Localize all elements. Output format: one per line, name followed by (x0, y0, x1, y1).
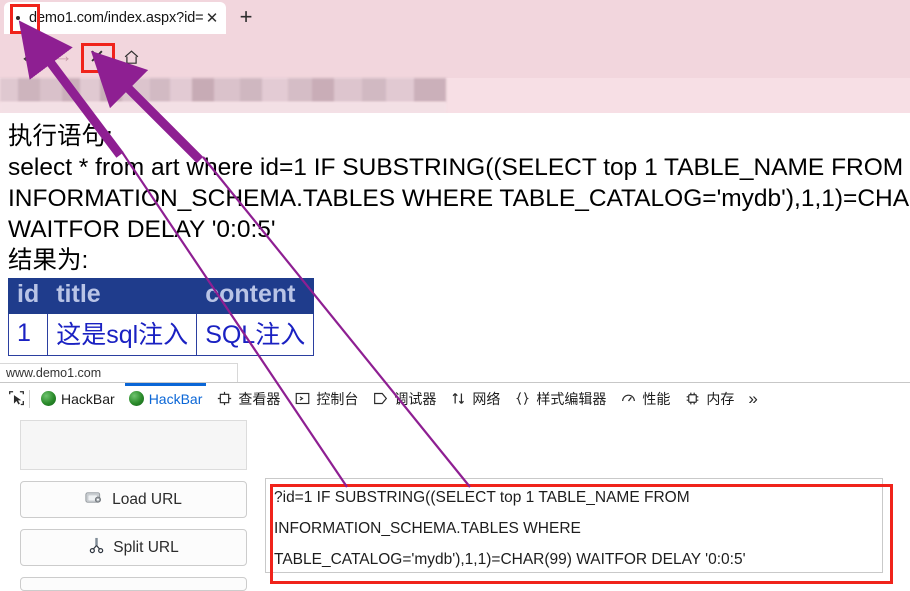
hackbar-icon (128, 391, 144, 406)
devtools-tab-console[interactable]: 控制台 (287, 383, 365, 414)
split-url-icon (88, 537, 105, 559)
highlight-box-stop-button (81, 43, 115, 73)
hackbar-icon (41, 391, 56, 406)
column-header-id: id (7, 278, 49, 314)
result-label: 结果为: (8, 247, 89, 274)
devtools-tab-style-editor[interactable]: 样式编辑器 (507, 383, 613, 414)
cell-content: SQL注入 (196, 313, 315, 356)
style-editor-icon (514, 390, 531, 407)
navigation-bar: ← → ✕ www.demo1.com/index.aspx (0, 36, 910, 107)
executed-sql-block: 执行语句: select * from art where id=1 IF SU… (0, 113, 910, 245)
cell-id: 1 (7, 313, 49, 356)
load-url-icon (85, 490, 104, 510)
devtools-tab-label: 内存 (706, 390, 735, 407)
performance-icon (620, 390, 637, 407)
cell-title: 这是sql注入 (47, 313, 198, 356)
home-button[interactable] (114, 42, 148, 72)
sql-line-3: WAITFOR DELAY '0:0:5' (8, 216, 276, 243)
devtools-tab-bar: HackBar HackBar 查看器 控制台 调试器 网络 样式编辑器 性能 … (0, 383, 910, 415)
load-url-label: Load URL (112, 490, 182, 508)
chevron-double-right-icon: » (748, 388, 758, 408)
column-header-content: content (196, 278, 315, 314)
highlight-box-payload-textarea (270, 484, 893, 584)
devtools-tab-label: HackBar (61, 390, 115, 407)
devtools-tab-hackbar-1[interactable]: HackBar (34, 383, 122, 414)
devtools-tab-network[interactable]: 网络 (443, 383, 507, 414)
sql-line-1: select * from art where id=1 IF SUBSTRIN… (8, 154, 904, 181)
memory-icon (684, 390, 701, 407)
highlight-box-tab-spinner (10, 4, 40, 34)
hackbar-third-button[interactable] (20, 577, 247, 591)
split-url-label: Split URL (113, 538, 179, 556)
load-url-button[interactable]: Load URL (20, 481, 247, 518)
devtools-tab-label: 网络 (472, 390, 501, 407)
hackbar-left-column: Load URL Split URL (0, 414, 265, 591)
status-bar: www.demo1.com (0, 363, 238, 383)
tab-strip: demo1.com/index.aspx?id=1 ✕ + (0, 0, 910, 36)
sql-line-2: INFORMATION_SCHEMA.TABLES WHERE TABLE_CA… (8, 185, 910, 212)
devtools-tab-label: 控制台 (316, 390, 359, 407)
table-row: 1 这是sql注入 SQL注入 (7, 313, 315, 356)
tab-title: demo1.com/index.aspx?id=1 (29, 10, 204, 26)
browser-chrome: demo1.com/index.aspx?id=1 ✕ + ← → ✕ (0, 0, 910, 113)
result-table: id title content 1 这是sql注入 SQL注入 (7, 278, 315, 356)
devtools-tab-memory[interactable]: 内存 (677, 383, 741, 414)
column-header-title: title (47, 278, 198, 314)
back-button[interactable]: ← (12, 42, 46, 72)
split-url-button[interactable]: Split URL (20, 529, 247, 566)
forward-button[interactable]: → (46, 42, 80, 72)
tab-close-icon[interactable]: ✕ (204, 11, 220, 26)
devtools-tab-label: 查看器 (238, 390, 281, 407)
element-picker-icon[interactable] (8, 390, 25, 407)
hackbar-url-input[interactable] (20, 420, 247, 470)
devtools-tab-label: HackBar (148, 390, 203, 407)
devtools-tab-debugger[interactable]: 调试器 (365, 383, 443, 414)
new-tab-button[interactable]: + (235, 6, 257, 29)
table-header-row: id title content (7, 278, 315, 314)
devtools-overflow-button[interactable]: » (741, 383, 764, 414)
devtools-tab-inspector[interactable]: 查看器 (209, 383, 287, 414)
page-heading: 执行语句: (8, 123, 113, 150)
devtools-tab-label: 性能 (642, 390, 671, 407)
devtools-tab-performance[interactable]: 性能 (613, 383, 677, 414)
bookmarks-bar-blurred (0, 78, 910, 113)
debugger-icon (372, 390, 389, 407)
inspector-icon (216, 390, 233, 407)
network-icon (450, 390, 467, 407)
page-content: 执行语句: select * from art where id=1 IF SU… (0, 113, 910, 380)
console-icon (294, 390, 311, 407)
devtools-tab-label: 调试器 (394, 390, 437, 407)
devtools-tab-hackbar-2[interactable]: HackBar (122, 383, 210, 414)
devtools-tab-label: 样式编辑器 (536, 390, 607, 407)
